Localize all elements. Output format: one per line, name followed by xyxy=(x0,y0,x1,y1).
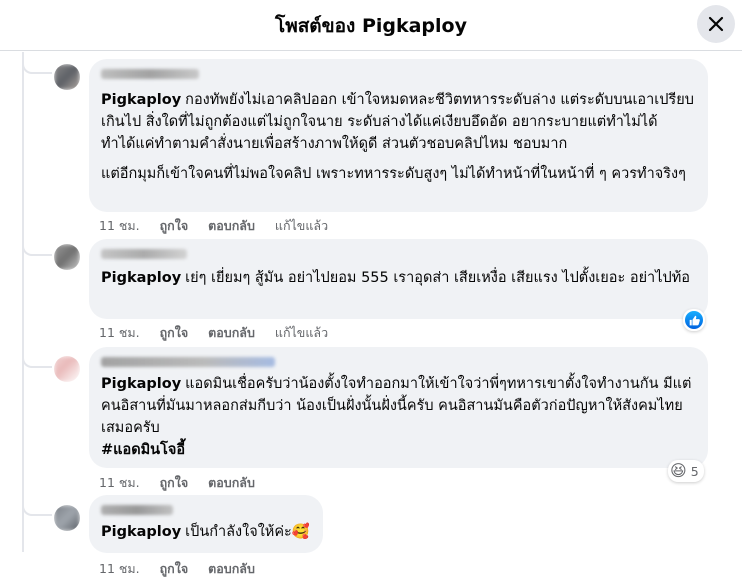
close-button[interactable] xyxy=(697,5,735,43)
comment-text: Pigkaploy เย่ๆ เยี่ยมๆ สู้มัน อย่าไปยอม 5… xyxy=(101,267,696,289)
like-icon xyxy=(685,311,703,329)
comment-author[interactable]: Pigkaploy xyxy=(101,376,181,392)
comment-actions: 11 ชม. ถูกใจ ตอบกลับ xyxy=(99,473,275,493)
redacted-commenter-name xyxy=(101,249,187,259)
close-icon xyxy=(708,16,724,32)
comment-body: เย่ๆ เยี่ยมๆ สู้มัน อย่าไปยอม 555 เราอุด… xyxy=(185,270,690,286)
comment-bubble: Pigkaploy แอดมินเชื่อครับว่าน้องตั้งใจทำอ… xyxy=(89,347,708,468)
comment-bubble: Pigkaploy เป็นกำลังใจให้ค่ะ🥰 xyxy=(89,495,323,553)
comment-body: กองทัพยังไม่เอาคลิปออก เข้าใจหมดหละชีวิต… xyxy=(101,92,694,152)
hashtag-link[interactable]: #แอดมินโจอี้ xyxy=(101,439,696,461)
comment-actions: 11 ชม. ถูกใจ ตอบกลับ แก้ไขแล้ว xyxy=(99,323,348,343)
thread-line xyxy=(22,52,24,552)
reply-button[interactable]: ตอบกลับ xyxy=(208,473,255,493)
reaction-badge[interactable] xyxy=(683,309,705,331)
comment-timestamp[interactable]: 11 ชม. xyxy=(99,559,140,579)
reply-button[interactable]: ตอบกลับ xyxy=(208,323,255,343)
comment-text: Pigkaploy กองทัพยังไม่เอาคลิปออก เข้าใจหม… xyxy=(101,89,696,155)
avatar[interactable] xyxy=(54,356,80,382)
comment-author[interactable]: Pigkaploy xyxy=(101,524,181,540)
like-button[interactable]: ถูกใจ xyxy=(160,559,189,579)
laughing-emoji-icon: 😆 xyxy=(670,461,687,480)
thread-elbow xyxy=(22,242,52,256)
comment-actions: 11 ชม. ถูกใจ ตอบกลับ xyxy=(99,559,275,579)
edited-label: แก้ไขแล้ว xyxy=(274,325,329,340)
avatar[interactable] xyxy=(54,244,80,270)
comment-author[interactable]: Pigkaploy xyxy=(101,270,181,286)
comment-timestamp[interactable]: 11 ชม. xyxy=(99,473,140,493)
thread-elbow xyxy=(22,502,52,516)
thread-elbow xyxy=(22,354,52,368)
comment-bubble: Pigkaploy กองทัพยังไม่เอาคลิปออก เข้าใจหม… xyxy=(89,59,708,212)
post-dialog-header: โพสต์ของ Pigkaploy xyxy=(0,0,742,51)
avatar[interactable] xyxy=(54,64,80,90)
redacted-commenter-name xyxy=(101,69,199,79)
comment-text: Pigkaploy แอดมินเชื่อครับว่าน้องตั้งใจทำอ… xyxy=(101,373,696,461)
like-button[interactable]: ถูกใจ xyxy=(160,216,189,236)
page-title: โพสต์ของ Pigkaploy xyxy=(274,15,467,37)
comment-text: Pigkaploy เป็นกำลังใจให้ค่ะ🥰 xyxy=(101,521,311,543)
comment-timestamp[interactable]: 11 ชม. xyxy=(99,216,140,236)
reaction-badge[interactable]: 😆 5 xyxy=(668,460,704,482)
redacted-commenter-name xyxy=(101,357,275,367)
edited-label: แก้ไขแล้ว xyxy=(274,218,329,233)
reply-button[interactable]: ตอบกลับ xyxy=(208,216,255,236)
comment-timestamp[interactable]: 11 ชม. xyxy=(99,323,140,343)
comment-actions: 11 ชม. ถูกใจ ตอบกลับ แก้ไขแล้ว xyxy=(99,216,348,236)
thread-elbow xyxy=(22,60,52,74)
like-button[interactable]: ถูกใจ xyxy=(160,323,189,343)
comment-text-continued: แต่อีกมุมก็เข้าใจคนที่ไม่พอใจคลิป เพราะท… xyxy=(101,166,686,182)
like-button[interactable]: ถูกใจ xyxy=(160,473,189,493)
redacted-commenter-name xyxy=(101,505,173,515)
comment-author[interactable]: Pigkaploy xyxy=(101,92,181,108)
avatar[interactable] xyxy=(54,505,80,531)
comment-body: แอดมินเชื่อครับว่าน้องตั้งใจทำออกมาให้เข… xyxy=(101,376,692,436)
comment-bubble: Pigkaploy เย่ๆ เยี่ยมๆ สู้มัน อย่าไปยอม 5… xyxy=(89,239,708,319)
reaction-count: 5 xyxy=(690,463,699,479)
comment-body: เป็นกำลังใจให้ค่ะ🥰 xyxy=(185,524,310,540)
reply-button[interactable]: ตอบกลับ xyxy=(208,559,255,579)
